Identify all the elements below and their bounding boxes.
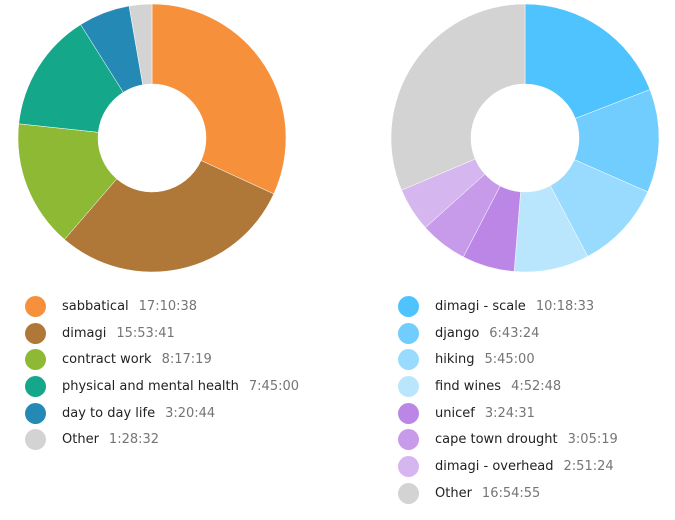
legend-item[interactable]: find wines 4:52:48 — [398, 373, 618, 400]
legend-label: hiking — [435, 352, 475, 368]
legend-label: unicef — [435, 405, 475, 421]
legend-right: dimagi - scale 10:18:33 django 6:43:24 hikin… — [398, 293, 618, 507]
donut-chart-right — [390, 3, 660, 273]
legend-duration: 17:10:38 — [138, 298, 198, 314]
legend-swatch-icon — [25, 429, 46, 451]
legend-item[interactable]: Other 16:54:55 — [398, 480, 618, 507]
legend-label: Other — [62, 432, 99, 448]
legend-swatch-icon — [25, 375, 46, 397]
legend-item[interactable]: dimagi 15:53:41 — [25, 320, 299, 347]
legend-swatch-icon — [398, 402, 419, 424]
legend-duration: 4:52:48 — [511, 378, 562, 394]
legend-swatch-icon — [25, 349, 46, 371]
legend-duration: 15:53:41 — [116, 325, 175, 341]
legend-duration: 16:54:55 — [481, 485, 541, 501]
legend-item[interactable]: django 6:43:24 — [398, 320, 618, 347]
legend-item[interactable]: day to day life 3:20:44 — [25, 400, 299, 427]
slice-other[interactable] — [390, 3, 526, 191]
legend-duration: 6:43:24 — [489, 325, 540, 341]
legend-duration: 3:20:44 — [165, 405, 216, 421]
legend-item[interactable]: sabbatical 17:10:38 — [25, 293, 299, 320]
legend-duration: 5:45:00 — [484, 352, 535, 368]
legend-swatch-icon — [398, 349, 419, 371]
legend-duration: 2:51:24 — [563, 458, 614, 474]
legend-label: cape town drought — [435, 432, 558, 448]
legend-duration: 3:05:19 — [567, 432, 618, 448]
legend-swatch-icon — [25, 402, 46, 424]
legend-label: Other — [435, 485, 472, 501]
legend-item[interactable]: physical and mental health 7:45:00 — [25, 373, 299, 400]
legend-label: find wines — [435, 378, 502, 394]
legend-item[interactable]: contract work 8:17:19 — [25, 346, 299, 373]
legend-label: day to day life — [62, 405, 156, 421]
legend-swatch-icon — [398, 455, 419, 477]
legend-item[interactable]: Other 1:28:32 — [25, 426, 299, 453]
legend-item[interactable]: cape town drought 3:05:19 — [398, 426, 618, 453]
legend-swatch-icon — [398, 375, 419, 397]
legend-duration: 7:45:00 — [248, 378, 300, 394]
legend-swatch-icon — [25, 295, 46, 317]
legend-swatch-icon — [398, 295, 419, 317]
legend-swatch-icon — [398, 322, 419, 344]
legend-duration: 3:24:31 — [484, 405, 535, 421]
legend-label: django — [435, 325, 480, 341]
legend-label: dimagi — [62, 325, 107, 341]
legend-label: contract work — [62, 352, 152, 368]
legend-label: dimagi - scale — [435, 298, 526, 314]
legend-label: dimagi - overhead — [435, 458, 554, 474]
legend-label: physical and mental health — [62, 378, 239, 394]
legend-item[interactable]: hiking 5:45:00 — [398, 346, 618, 373]
donut-chart-left — [17, 3, 287, 273]
legend-left: sabbatical 17:10:38 dimagi 15:53:41 contract… — [25, 293, 299, 453]
legend-item[interactable]: dimagi - overhead 2:51:24 — [398, 453, 618, 480]
legend-duration: 10:18:33 — [535, 298, 595, 314]
legend-swatch-icon — [398, 482, 419, 504]
legend-label: sabbatical — [62, 298, 129, 314]
legend-item[interactable]: dimagi - scale 10:18:33 — [398, 293, 618, 320]
legend-swatch-icon — [398, 429, 419, 451]
legend-swatch-icon — [25, 322, 46, 344]
legend-duration: 1:28:32 — [108, 432, 160, 448]
legend-item[interactable]: unicef 3:24:31 — [398, 400, 618, 427]
slice-sabbatical[interactable] — [151, 3, 287, 195]
legend-duration: 8:17:19 — [161, 352, 212, 368]
